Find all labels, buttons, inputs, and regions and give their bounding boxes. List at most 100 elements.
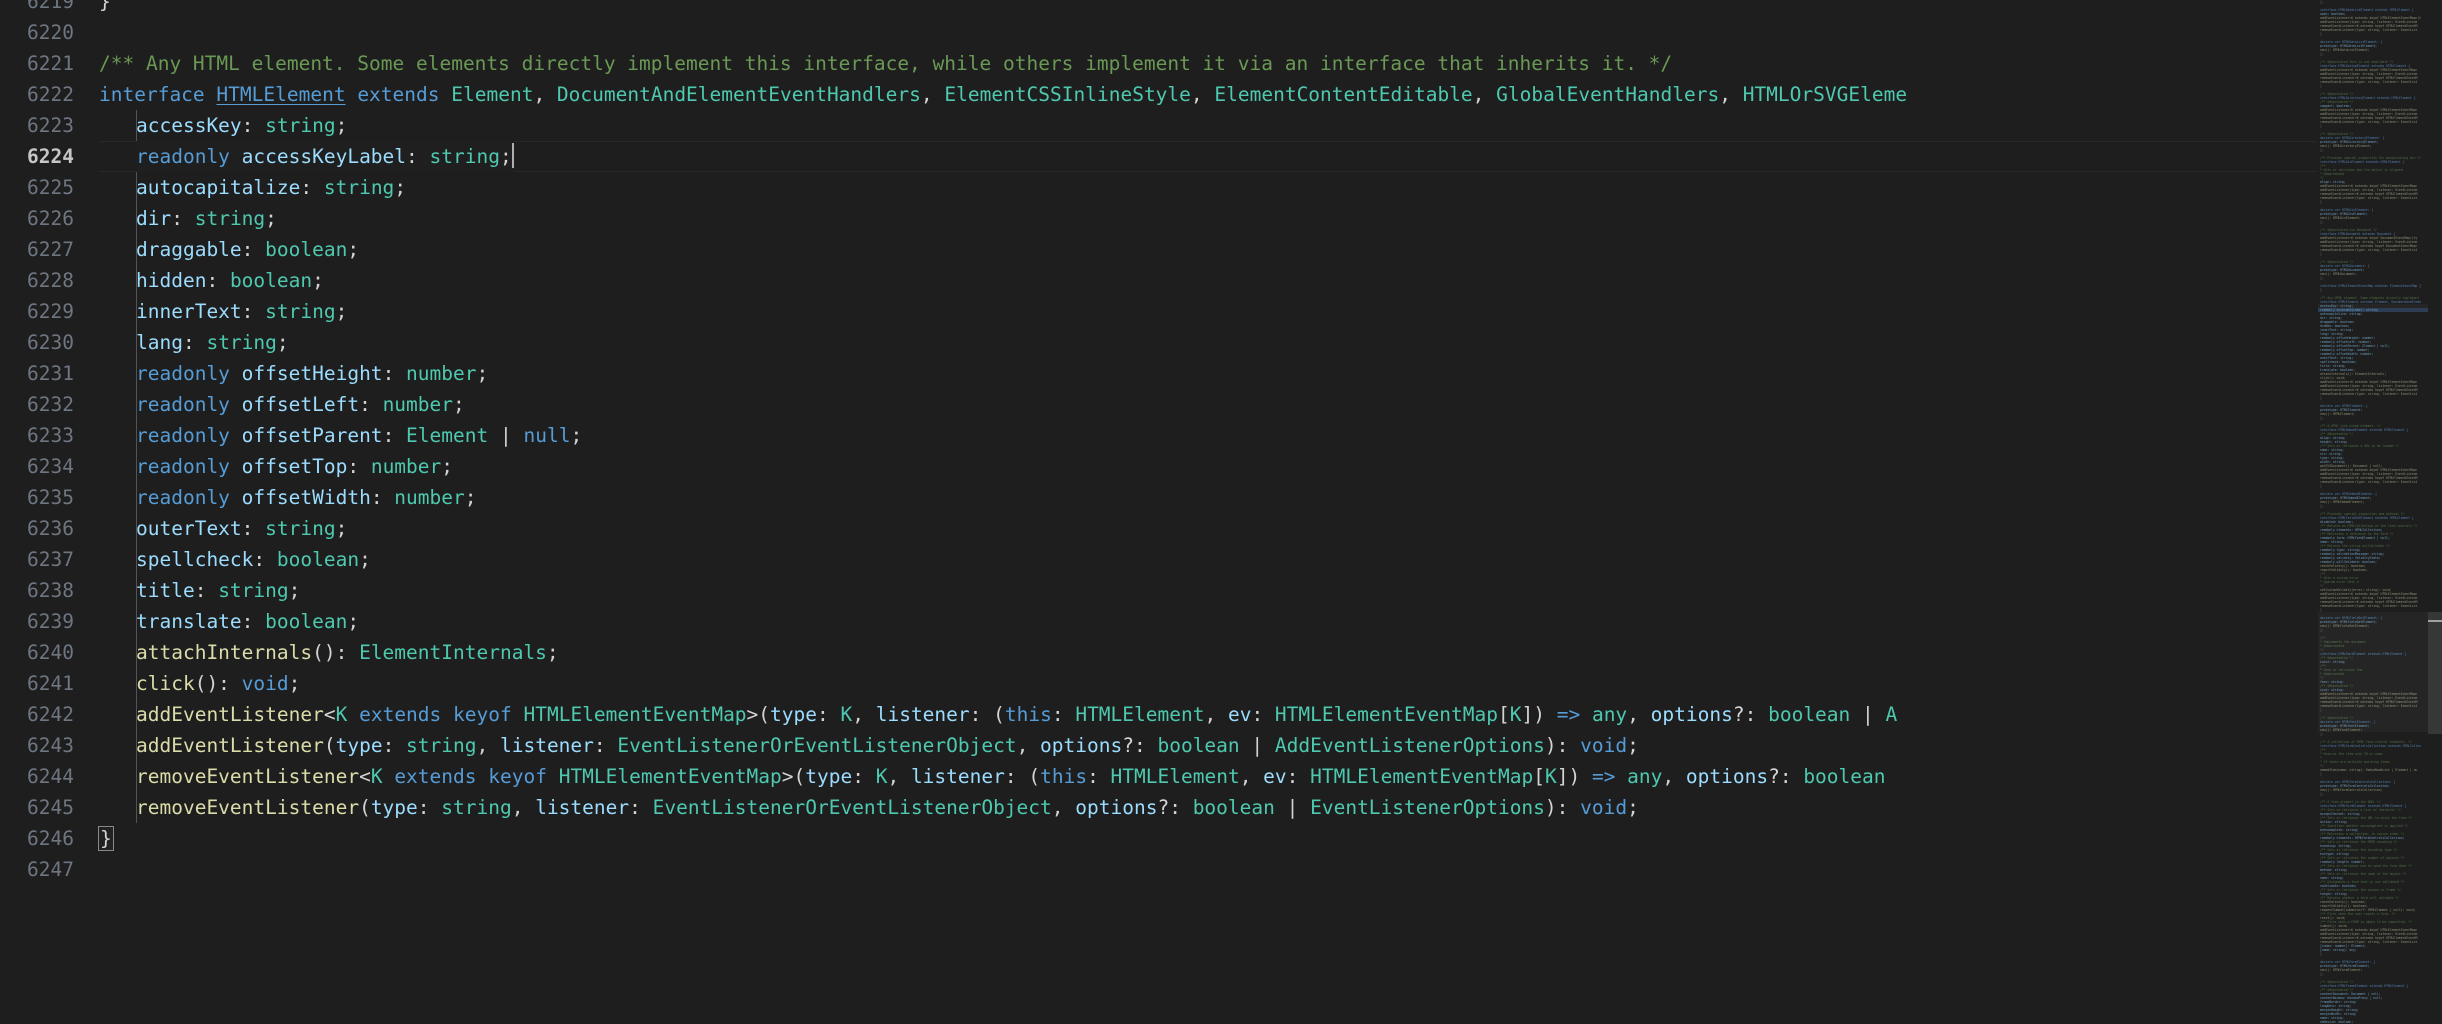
code-line-text[interactable]: readonly offsetParent: Element | null; (136, 420, 582, 451)
token-prop: options (1075, 796, 1158, 819)
token-punc: ; (499, 145, 512, 168)
code-line[interactable]: 6233 readonly offsetParent: Element | nul… (0, 420, 2385, 451)
code-line-text[interactable]: translate: boolean; (136, 606, 359, 637)
minimap[interactable]: }; interface HTMLDataListElement extends … (2318, 0, 2428, 1024)
code-line-text[interactable]: } (98, 823, 114, 854)
code-line-text[interactable]: autocapitalize: string; (136, 172, 406, 203)
code-line-text[interactable]: click(): void; (136, 668, 300, 699)
token-punc: , (1662, 765, 1686, 788)
code-line[interactable]: 6235 readonly offsetWidth: number; (0, 482, 2385, 513)
token-punc: : (206, 269, 230, 292)
code-line-text[interactable]: innerText: string; (136, 296, 347, 327)
code-line[interactable]: 6244 removeEventListener<K extends keyof … (0, 761, 2385, 792)
token-prop: options (1685, 765, 1769, 788)
token-type: K (335, 703, 348, 726)
code-line-text[interactable]: /** Any HTML element. Some elements dire… (99, 48, 1672, 79)
code-line[interactable]: 6243 addEventListener(type: string, liste… (0, 730, 2385, 761)
code-line[interactable]: 6234 readonly offsetTop: number; (0, 451, 2385, 482)
code-line[interactable]: 6227 draggable: boolean; (0, 234, 2385, 265)
token-prop: outerText (136, 517, 242, 540)
code-line-text[interactable]: outerText: string; (136, 513, 347, 544)
code-line[interactable]: 6220 (0, 17, 2385, 48)
token-punc: (): (194, 672, 242, 695)
token-punc (230, 424, 242, 447)
token-punc: ; (464, 486, 477, 509)
code-line-text[interactable]: readonly accessKeyLabel: string; (136, 141, 514, 172)
token-type: any (1591, 703, 1628, 726)
code-line[interactable]: 6222 interface HTMLElement extends Elemen… (0, 79, 2385, 110)
code-line[interactable]: 6236 outerText: string; (0, 513, 2385, 544)
code-line[interactable]: 6232 readonly offsetLeft: number; (0, 389, 2385, 420)
code-line[interactable]: 6245 removeEventListener(type: string, li… (0, 792, 2385, 823)
code-line[interactable]: 6226 dir: string; (0, 203, 2385, 234)
code-line-text[interactable]: dir: string; (136, 203, 277, 234)
code-line[interactable]: 6247 (0, 854, 2385, 885)
token-punc (441, 703, 453, 726)
token-cmt: /** Any HTML element. Some elements dire… (99, 52, 1673, 75)
line-number: 6237 (27, 548, 74, 571)
token-type: string (265, 517, 336, 540)
token-type: AddEventListenerOptions (1274, 734, 1545, 757)
token-type: string (323, 176, 395, 199)
token-type: boolean (276, 548, 360, 571)
code-line-text[interactable]: draggable: boolean; (136, 234, 359, 265)
token-type: HTMLElementEventMap (1310, 765, 1534, 788)
token-punc (477, 765, 489, 788)
line-number: 6247 (27, 858, 74, 881)
code-line-text[interactable]: readonly offsetWidth: number; (136, 482, 477, 513)
code-line[interactable]: 6224 readonly accessKeyLabel: string; (0, 141, 2385, 172)
token-kw: interface (99, 83, 205, 106)
token-type: string (265, 114, 336, 137)
code-line[interactable]: 6225 autocapitalize: string; (0, 172, 2385, 203)
code-line[interactable]: 6228 hidden: boolean; (0, 265, 2385, 296)
token-type: K (875, 765, 888, 788)
code-line-text[interactable]: hidden: boolean; (136, 265, 324, 296)
token-type: boolean (1803, 765, 1886, 788)
token-punc: : (171, 207, 195, 230)
code-line[interactable]: 6242 addEventListener<K extends keyof HTM… (0, 699, 2385, 730)
code-line-text[interactable]: removeEventListener<K extends keyof HTML… (136, 761, 1886, 792)
line-number: 6219 (27, 0, 74, 13)
code-line[interactable]: 6240 attachInternals(): ElementInternals; (0, 637, 2385, 668)
token-punc: ; (546, 641, 559, 664)
code-line[interactable]: 6230 lang: string; (0, 327, 2385, 358)
token-kw: void (1580, 734, 1628, 757)
code-line[interactable]: 6231 readonly offsetHeight: number; (0, 358, 2385, 389)
code-line[interactable]: 6237 spellcheck: boolean; (0, 544, 2385, 575)
code-line[interactable]: 6229 innerText: string; (0, 296, 2385, 327)
code-line-text[interactable]: readonly offsetLeft: number; (136, 389, 465, 420)
code-line-text[interactable]: } (99, 0, 111, 17)
code-line-text[interactable]: accessKey: string; (136, 110, 347, 141)
code-line-text[interactable]: readonly offsetTop: number; (136, 451, 453, 482)
code-line[interactable]: 6219} (0, 0, 2385, 17)
code-line-text[interactable]: attachInternals(): ElementInternals; (136, 637, 559, 668)
code-line[interactable]: 6246} (0, 823, 2385, 854)
line-number: 6229 (27, 300, 74, 323)
code-line[interactable]: 6221 /** Any HTML element. Some elements … (0, 48, 2385, 79)
code-line[interactable]: 6238 title: string; (0, 575, 2385, 606)
token-prop: ev (1263, 765, 1287, 788)
vertical-scrollbar[interactable] (2428, 0, 2442, 1024)
code-editor[interactable]: 6219} 6220 6221 /** Any HTML element. Some … (0, 0, 2442, 1024)
token-punc: : ( (1004, 765, 1041, 788)
code-line[interactable]: 6241 click(): void; (0, 668, 2385, 699)
line-number: 6244 (27, 765, 74, 788)
code-line-text[interactable]: addEventListener<K extends keyof HTMLEle… (136, 699, 1897, 730)
minimap-line: removeEventListener(type: string, listen… (2320, 28, 2418, 32)
code-line[interactable]: 6223 accessKey: string; (0, 110, 2385, 141)
token-punc (547, 765, 559, 788)
token-prop: innerText (136, 300, 242, 323)
code-line-text[interactable]: readonly offsetHeight: number; (136, 358, 488, 389)
editor-code-area[interactable]: 6219} 6220 6221 /** Any HTML element. Some … (0, 0, 2385, 1024)
code-line-text[interactable]: spellcheck: boolean; (136, 544, 371, 575)
code-line-text[interactable]: lang: string; (136, 327, 289, 358)
scrollbar-thumb[interactable] (2428, 612, 2442, 734)
token-punc: : (417, 796, 442, 819)
code-line-text[interactable]: removeEventListener(type: string, listen… (136, 792, 1639, 823)
token-punc (1580, 703, 1592, 726)
code-line-text[interactable]: addEventListener(type: string, listener:… (136, 730, 1639, 761)
line-number: 6230 (27, 331, 74, 354)
code-line-text[interactable]: interface HTMLElement extends Element, D… (99, 79, 1907, 110)
code-line-text[interactable]: title: string; (136, 575, 300, 606)
code-line[interactable]: 6239 translate: boolean; (0, 606, 2385, 637)
